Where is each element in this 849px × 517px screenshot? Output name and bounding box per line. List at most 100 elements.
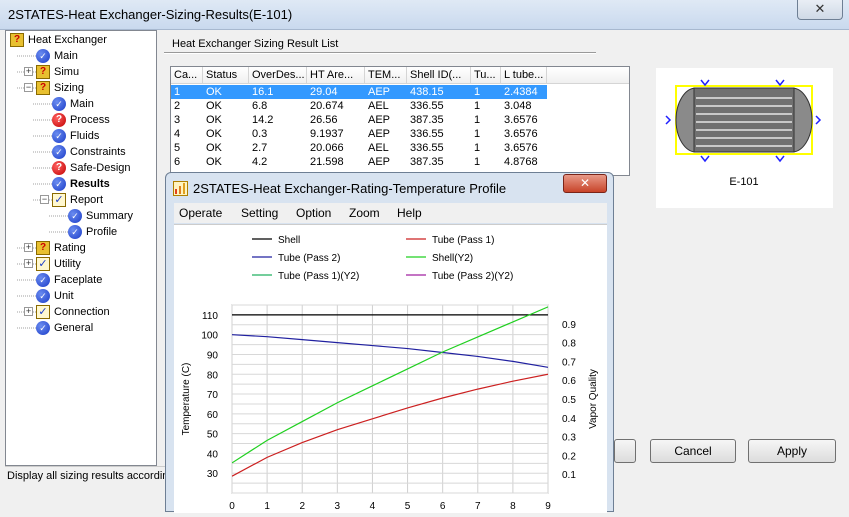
y-axis-label: Temperature (C) (181, 363, 192, 436)
table-row[interactable]: 4 OK 0.3 9.1937 AEP 336.55 1 3.6576 (171, 127, 629, 141)
collapse-icon[interactable]: − (24, 83, 33, 92)
expand-icon[interactable]: + (24, 259, 33, 268)
y-tick-label: 80 (207, 370, 219, 381)
results-table[interactable]: Ca... Status OverDes... HT Are... TEM... Shel… (170, 66, 630, 176)
tree-item-simu[interactable]: +? Simu (6, 64, 156, 80)
x-tick-label: 6 (440, 501, 446, 512)
tree-item-rating[interactable]: +? Rating (6, 240, 156, 256)
legend-entry: Tube (Pass 1) (432, 235, 494, 246)
column-header[interactable]: Tu... (471, 67, 501, 83)
column-header[interactable]: HT Are... (307, 67, 365, 83)
tree-item-main[interactable]: ✓ Main (6, 96, 156, 112)
tree-item-sizing[interactable]: −? Sizing (6, 80, 156, 96)
table-cell: 6.8 (252, 100, 268, 112)
menu-help[interactable]: Help (397, 206, 422, 220)
temperature-profile-window[interactable]: 2STATES-Heat Exchanger-Rating-Temperatur… (165, 172, 614, 513)
tree-item-summary[interactable]: ✓ Summary (6, 208, 156, 224)
question-icon: ? (10, 33, 24, 47)
table-row[interactable]: 6 OK 4.2 21.598 AEP 387.35 1 4.8768 (171, 155, 629, 169)
column-header[interactable]: L tube... (501, 67, 547, 83)
tree-item-connection[interactable]: + ✓ Connection (6, 304, 156, 320)
tree-item-results[interactable]: ✓ Results (6, 176, 156, 192)
error-circle-icon: ? (52, 113, 66, 127)
y2-tick-label: 0.3 (562, 433, 576, 444)
table-cell: 387.35 (410, 156, 444, 168)
table-cell: 5 (174, 142, 181, 154)
close-icon: ✕ (579, 176, 591, 190)
column-header[interactable]: TEM... (365, 67, 407, 83)
table-row[interactable]: 5 OK 2.7 20.066 AEL 336.55 1 3.6576 (171, 141, 629, 155)
menu-operate[interactable]: Operate (179, 206, 222, 220)
menu-option[interactable]: Option (296, 206, 331, 220)
table-row[interactable]: 1 OK 16.1 29.04 AEP 438.15 1 2.4384 (171, 85, 547, 99)
table-cell: 3.048 (504, 100, 532, 112)
tree-item-safe-design[interactable]: ? Safe-Design (6, 160, 156, 176)
column-header[interactable]: Status (203, 67, 249, 83)
column-header[interactable]: OverDes... (249, 67, 307, 83)
apply-button[interactable]: Apply (748, 439, 836, 463)
y2-tick-label: 0.1 (562, 470, 576, 481)
table-cell: 6 (174, 156, 181, 168)
menu-setting[interactable]: Setting (241, 206, 278, 220)
tree-item-general[interactable]: ✓ General (6, 320, 156, 336)
expand-icon[interactable]: + (24, 307, 33, 316)
table-cell: OK (206, 114, 222, 126)
menu-zoom[interactable]: Zoom (349, 206, 380, 220)
tree-item-fluids[interactable]: ✓ Fluids (6, 128, 156, 144)
table-cell: 1 (174, 86, 181, 98)
table-cell: 20.066 (310, 142, 344, 154)
table-cell: 1 (474, 114, 481, 126)
tree-item-utility[interactable]: + ✓ Utility (6, 256, 156, 272)
y2-tick-label: 0.6 (562, 376, 576, 387)
tree-item-profile[interactable]: ✓ Profile (6, 224, 156, 240)
table-cell: 4.2 (252, 156, 268, 168)
tree-item-label: Faceplate (54, 274, 103, 286)
column-header[interactable]: Ca... (171, 67, 203, 83)
tree-item-heat-exchanger[interactable]: ? Heat Exchanger (6, 32, 156, 48)
table-cell: 14.2 (252, 114, 274, 126)
table-row[interactable]: 3 OK 14.2 26.56 AEP 387.35 1 3.6576 (171, 113, 629, 127)
table-cell: 21.598 (310, 156, 344, 168)
cancel-button[interactable]: Cancel (650, 439, 736, 463)
tree-item-process[interactable]: ? Process (6, 112, 156, 128)
expand-icon[interactable]: + (24, 243, 33, 252)
tree-item-label: Process (70, 114, 110, 126)
collapse-icon[interactable]: − (40, 195, 49, 204)
y-tick-label: 60 (207, 410, 219, 421)
table-cell: OK (206, 128, 222, 140)
profile-close-button[interactable]: ✕ (563, 174, 607, 193)
y2-tick-label: 0.9 (562, 320, 576, 331)
main-title-bar[interactable]: 2STATES-Heat Exchanger-Sizing-Results(E-… (0, 0, 849, 30)
main-close-button[interactable]: ✕ (797, 0, 843, 20)
y-tick-label: 70 (207, 390, 219, 401)
tree-item-label: Safe-Design (70, 162, 131, 174)
expand-icon[interactable]: + (24, 67, 33, 76)
table-row[interactable]: 2 OK 6.8 20.674 AEL 336.55 1 3.048 (171, 99, 629, 113)
tree-item-report[interactable]: − ✓ Report (6, 192, 156, 208)
table-cell: 1 (474, 100, 481, 112)
question-icon: ? (36, 81, 50, 95)
tree-item-label: Simu (54, 66, 80, 78)
tree-item-main[interactable]: ✓ Main (6, 48, 156, 64)
check-circle-icon: ✓ (68, 225, 82, 239)
tree-item-constraints[interactable]: ✓ Constraints (6, 144, 156, 160)
y-tick-label: 90 (207, 350, 219, 361)
tree-item-label: Report (70, 194, 104, 206)
legend-entry: Tube (Pass 2)(Y2) (432, 271, 513, 282)
tree-item-faceplate[interactable]: ✓ Faceplate (6, 272, 156, 288)
hidden-button-edge[interactable] (614, 439, 636, 463)
check-circle-icon: ✓ (52, 177, 66, 191)
table-cell: 3 (174, 114, 181, 126)
tube-bundle (696, 97, 792, 147)
check-circle-icon: ✓ (68, 209, 82, 223)
navigation-tree[interactable]: ? Heat Exchanger ✓ Main +? Simu −? Sizing ✓ Main?… (5, 30, 157, 466)
tree-item-label: Sizing (54, 82, 84, 94)
column-header[interactable]: Shell ID(... (407, 67, 471, 83)
tree-item-unit[interactable]: ✓ Unit (6, 288, 156, 304)
table-cell: OK (206, 100, 222, 112)
x-tick-label: 9 (545, 501, 551, 512)
check-circle-icon: ✓ (36, 49, 50, 63)
tree-item-label: Results (70, 178, 110, 190)
close-icon: ✕ (814, 1, 826, 16)
tree-item-label: Heat Exchanger (28, 34, 107, 46)
